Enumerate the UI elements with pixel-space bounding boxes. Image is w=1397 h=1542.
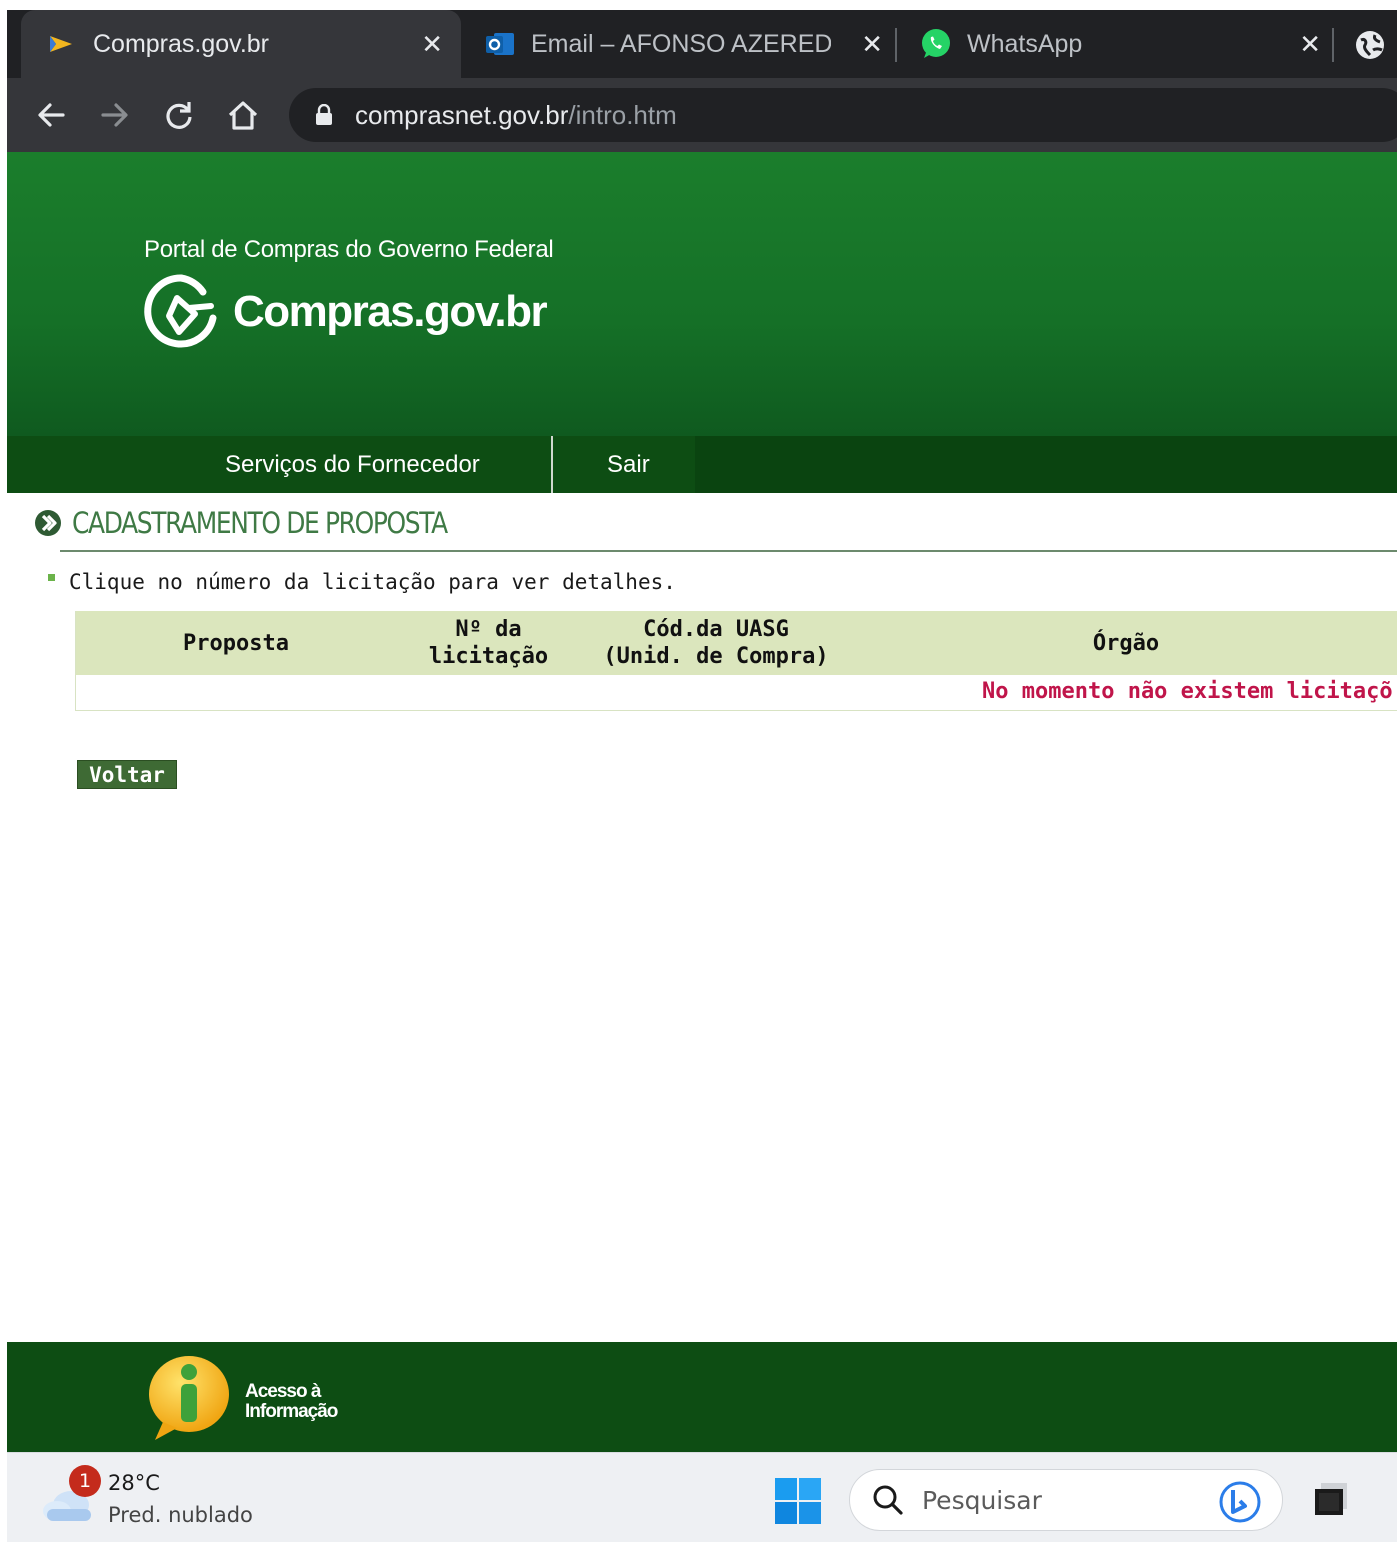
tab-title: Email – AFONSO AZEREDO –	[531, 29, 831, 58]
compras-gov-icon	[45, 27, 79, 61]
search-placeholder: Pesquisar	[922, 1485, 1042, 1515]
title-divider	[60, 550, 1397, 552]
close-icon[interactable]: ✕	[1299, 30, 1321, 58]
url-host: comprasnet.gov.br	[355, 99, 569, 130]
search-icon	[873, 1485, 903, 1515]
tab-divider	[895, 28, 897, 62]
tab-whatsapp[interactable]: WhatsApp ✕	[901, 10, 1333, 78]
tab-strip: Compras.gov.br ✕ Email – AFONSO AZEREDO …	[7, 10, 1397, 78]
windows-taskbar: 1 28°C Pred. nublado Pesquisar	[7, 1452, 1397, 1542]
hint-text: Clique no número da licitação para ver d…	[48, 570, 676, 594]
column-header-proposta: Proposta	[146, 611, 326, 675]
logo-text: Compras.gov.br	[233, 287, 548, 336]
taskbar-search[interactable]: Pesquisar	[849, 1469, 1283, 1531]
tab-title: Compras.gov.br	[93, 29, 269, 58]
nav-sair[interactable]: Sair	[607, 436, 650, 493]
site-header: Portal de Compras do Governo Federal Com…	[7, 152, 1397, 436]
forward-arrow-icon[interactable]	[92, 92, 138, 138]
close-icon[interactable]: ✕	[861, 30, 883, 58]
lock-icon[interactable]	[315, 104, 333, 126]
proposals-table: Proposta Nº da licitação Cód.da UASG (Un…	[75, 611, 1397, 711]
browser-chrome: Compras.gov.br ✕ Email – AFONSO AZEREDO …	[7, 10, 1397, 152]
page-title-text: CADASTRAMENTO DE PROPOSTA	[72, 506, 448, 540]
hint-label: Clique no número da licitação para ver d…	[69, 570, 676, 594]
nav-divider	[551, 436, 553, 493]
site-nav: Serviços do Fornecedor Sair	[7, 436, 1397, 493]
tab-divider	[1332, 28, 1334, 62]
nav-servicos-fornecedor[interactable]: Serviços do Fornecedor	[225, 436, 480, 493]
back-button[interactable]: Voltar	[77, 760, 177, 789]
chevron-right-icon	[35, 510, 61, 536]
task-view-icon[interactable]	[1311, 1479, 1351, 1519]
back-arrow-icon[interactable]	[28, 92, 74, 138]
notification-badge: 1	[69, 1465, 101, 1497]
weather-temperature: 28°C	[108, 1471, 160, 1495]
portal-label: Portal de Compras do Governo Federal	[144, 236, 554, 263]
column-header-licitacao: Nº da licitação	[406, 611, 571, 675]
site-footer: Acesso à Informação	[7, 1342, 1397, 1452]
table-header: Proposta Nº da licitação Cód.da UASG (Un…	[76, 611, 1397, 675]
close-icon[interactable]: ✕	[421, 30, 443, 58]
weather-description: Pred. nublado	[108, 1503, 253, 1527]
compras-logo[interactable]: Compras.gov.br	[141, 272, 548, 352]
page-title: CADASTRAMENTO DE PROPOSTA	[34, 506, 508, 540]
column-header-label: Proposta	[183, 630, 289, 656]
access-info-line: Informação	[245, 1401, 338, 1422]
outlook-icon	[483, 27, 517, 61]
url-path: /intro.htm	[568, 99, 677, 130]
access-info-text[interactable]: Acesso à Informação	[245, 1381, 338, 1422]
column-header-label: Órgão	[1092, 630, 1160, 656]
column-header-label: Cód.da UASG	[643, 617, 789, 642]
info-icon	[149, 1356, 229, 1440]
access-info-logo[interactable]	[145, 1352, 233, 1442]
windows-start-icon[interactable]	[774, 1477, 822, 1525]
browser-toolbar: comprasnet.gov.br/intro.htm	[7, 78, 1397, 152]
column-header-label: (Unid. de Compra)	[603, 644, 829, 669]
bullet-icon	[48, 573, 55, 581]
tab-email[interactable]: Email – AFONSO AZEREDO – ✕	[465, 10, 895, 78]
address-bar[interactable]: comprasnet.gov.br/intro.htm	[289, 88, 1397, 142]
column-header-label: licitação	[428, 644, 549, 669]
bing-icon[interactable]	[1218, 1480, 1262, 1524]
home-icon[interactable]	[220, 92, 266, 138]
column-header-uasg: Cód.da UASG (Unid. de Compra)	[586, 611, 846, 675]
column-header-label: Nº da	[455, 617, 522, 642]
nav-right-bar	[695, 436, 1397, 493]
reload-icon[interactable]	[156, 92, 202, 138]
globe-icon[interactable]	[1353, 28, 1387, 62]
tab-compras[interactable]: Compras.gov.br ✕	[21, 10, 461, 78]
compras-logo-icon	[144, 274, 217, 348]
weather-widget[interactable]: 1 28°C Pred. nublado	[7, 1453, 287, 1542]
column-header-orgao: Órgão	[1026, 611, 1226, 675]
tab-title: WhatsApp	[967, 29, 1083, 58]
access-info-line: Acesso à	[245, 1381, 321, 1402]
whatsapp-icon	[919, 27, 953, 61]
empty-table-message: No momento não existem licitaçõ	[982, 679, 1393, 704]
